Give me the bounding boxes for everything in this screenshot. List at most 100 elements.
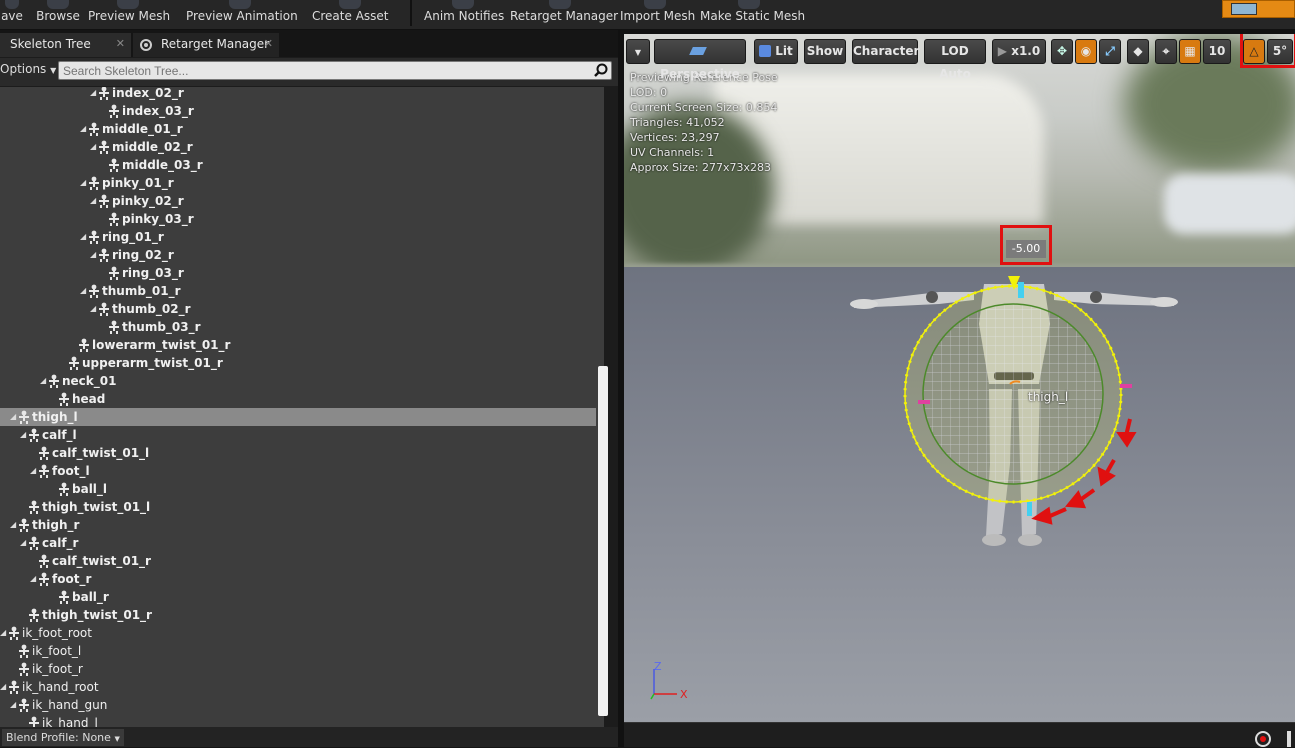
character-button[interactable]: Character bbox=[852, 39, 919, 64]
skeleton-tree-panel: Skeleton Tree ✕ Retarget Manager ✕ Optio… bbox=[0, 30, 618, 747]
anim-notifies-button[interactable]: Anim Notifies bbox=[424, 0, 504, 30]
level-thumbnail-icon[interactable] bbox=[1222, 0, 1295, 18]
expand-arrow-icon[interactable]: ◢ bbox=[20, 426, 26, 444]
tree-row-ik-foot-root[interactable]: ◢ ik_foot_root bbox=[0, 624, 596, 642]
tree-row-index-03-r[interactable]: index_03_r bbox=[0, 102, 596, 120]
tree-row-thigh-twist-01-l[interactable]: thigh_twist_01_l bbox=[0, 498, 596, 516]
tab-skeleton-tree[interactable]: Skeleton Tree ✕ bbox=[0, 33, 131, 57]
bone-icon bbox=[99, 140, 109, 154]
expand-arrow-icon[interactable]: ◢ bbox=[80, 174, 86, 192]
expand-arrow-icon[interactable]: ◢ bbox=[30, 570, 36, 588]
options-dropdown[interactable]: Options ▼ bbox=[0, 62, 56, 76]
transport-control[interactable] bbox=[1287, 731, 1291, 747]
tree-row-thigh-l[interactable]: ◢ thigh_l bbox=[0, 408, 596, 426]
tree-row-thigh-r[interactable]: ◢ thigh_r bbox=[0, 516, 596, 534]
tree-row-foot-r[interactable]: ◢ foot_r bbox=[0, 570, 596, 588]
search-input[interactable] bbox=[58, 61, 612, 80]
expand-arrow-icon[interactable]: ◢ bbox=[90, 138, 96, 156]
tree-row-calf-twist-01-l[interactable]: calf_twist_01_l bbox=[0, 444, 596, 462]
tree-row-thigh-twist-01-r[interactable]: thigh_twist_01_r bbox=[0, 606, 596, 624]
expand-arrow-icon[interactable]: ◢ bbox=[10, 516, 16, 534]
expand-arrow-icon[interactable]: ◢ bbox=[80, 120, 86, 138]
create-asset-button[interactable]: Create Asset bbox=[312, 0, 389, 30]
viewport[interactable]: thigh_l -5.00 Previewing Reference Pose … bbox=[624, 34, 1295, 722]
close-icon[interactable]: ✕ bbox=[116, 33, 125, 55]
tree-row-index-02-r[interactable]: ◢ index_02_r bbox=[0, 87, 596, 102]
expand-arrow-icon[interactable]: ◢ bbox=[10, 696, 16, 714]
grid-size-dropdown[interactable]: 10 bbox=[1203, 39, 1231, 64]
tree-row-middle-01-r[interactable]: ◢ middle_01_r bbox=[0, 120, 596, 138]
viewport-options-button[interactable]: ▼ bbox=[626, 39, 650, 64]
expand-arrow-icon[interactable]: ◢ bbox=[90, 300, 96, 318]
tab-retarget-manager[interactable]: Retarget Manager ✕ bbox=[133, 33, 279, 57]
browse-button[interactable]: Browse bbox=[34, 0, 82, 30]
tree-row-ring-02-r[interactable]: ◢ ring_02_r bbox=[0, 246, 596, 264]
tree-row-thumb-02-r[interactable]: ◢ thumb_02_r bbox=[0, 300, 596, 318]
expand-arrow-icon[interactable]: ◢ bbox=[0, 624, 6, 642]
lod-button[interactable]: LOD Auto bbox=[924, 39, 986, 81]
tree-row-ring-03-r[interactable]: ring_03_r bbox=[0, 264, 596, 282]
search-icon[interactable] bbox=[594, 63, 608, 77]
import-mesh-button[interactable]: Import Mesh bbox=[620, 0, 695, 30]
coordinate-space-button[interactable]: ◆ bbox=[1127, 39, 1149, 64]
character-mannequin[interactable] bbox=[824, 264, 1204, 564]
expand-arrow-icon[interactable]: ◢ bbox=[10, 408, 16, 426]
record-button[interactable] bbox=[1255, 731, 1271, 747]
rotate-tool-button[interactable]: ◉ bbox=[1075, 39, 1097, 64]
expand-arrow-icon[interactable]: ◢ bbox=[40, 372, 46, 390]
tree-row-neck-01[interactable]: ◢ neck_01 bbox=[0, 372, 596, 390]
tree-row-calf-r[interactable]: ◢ calf_r bbox=[0, 534, 596, 552]
tree-row-ring-01-r[interactable]: ◢ ring_01_r bbox=[0, 228, 596, 246]
expand-arrow-icon[interactable]: ◢ bbox=[90, 192, 96, 210]
expand-arrow-icon[interactable]: ◢ bbox=[80, 282, 86, 300]
tree-row-calf-twist-01-r[interactable]: calf_twist_01_r bbox=[0, 552, 596, 570]
tree-row-thumb-01-r[interactable]: ◢ thumb_01_r bbox=[0, 282, 596, 300]
tree-row-head[interactable]: head bbox=[0, 390, 596, 408]
tree-row-middle-03-r[interactable]: middle_03_r bbox=[0, 156, 596, 174]
tree-row-upperarm-twist-01-r[interactable]: upperarm_twist_01_r bbox=[0, 354, 596, 372]
retarget-manager-button[interactable]: Retarget Manager bbox=[510, 0, 618, 30]
perspective-button[interactable]: Perspective bbox=[654, 39, 746, 81]
blend-profile-dropdown[interactable]: Blend Profile: None ▼ bbox=[2, 729, 124, 746]
tree-row-ik-foot-l[interactable]: ik_foot_l bbox=[0, 642, 596, 660]
tree-row-pinky-03-r[interactable]: pinky_03_r bbox=[0, 210, 596, 228]
tree-row-thumb-03-r[interactable]: thumb_03_r bbox=[0, 318, 596, 336]
lit-icon bbox=[759, 45, 772, 57]
tree-scrollbar[interactable] bbox=[598, 366, 608, 716]
bone-label: ik_foot_r bbox=[32, 662, 83, 676]
tree-row-pinky-01-r[interactable]: ◢ pinky_01_r bbox=[0, 174, 596, 192]
expand-arrow-icon[interactable]: ◢ bbox=[80, 228, 86, 246]
tree-row-calf-l[interactable]: ◢ calf_l bbox=[0, 426, 596, 444]
grid-snap-button[interactable]: ▦ bbox=[1179, 39, 1201, 64]
tree-row-foot-l[interactable]: ◢ foot_l bbox=[0, 462, 596, 480]
tree-row-lowerarm-twist-01-r[interactable]: lowerarm_twist_01_r bbox=[0, 336, 596, 354]
surface-snap-button[interactable]: ⌖ bbox=[1155, 39, 1177, 64]
translate-tool-button[interactable]: ✥ bbox=[1051, 39, 1073, 64]
save-label: ave bbox=[1, 9, 23, 23]
expand-arrow-icon[interactable]: ◢ bbox=[30, 462, 36, 480]
axis-z-label: Z bbox=[654, 660, 662, 673]
save-button[interactable]: ave bbox=[0, 0, 24, 30]
show-button[interactable]: Show bbox=[804, 39, 846, 64]
tree-row-ik-hand-root[interactable]: ◢ ik_hand_root bbox=[0, 678, 596, 696]
scale-tool-button[interactable]: ⤢ bbox=[1099, 39, 1121, 64]
expand-arrow-icon[interactable]: ◢ bbox=[20, 534, 26, 552]
expand-arrow-icon[interactable]: ◢ bbox=[90, 87, 96, 102]
tree-row-ik-foot-r[interactable]: ik_foot_r bbox=[0, 660, 596, 678]
tree-row-ball-r[interactable]: ball_r bbox=[0, 588, 596, 606]
lit-button[interactable]: Lit bbox=[754, 39, 798, 64]
preview-mesh-button[interactable]: Preview Mesh bbox=[88, 0, 170, 30]
expand-arrow-icon[interactable]: ◢ bbox=[0, 678, 6, 696]
close-icon[interactable]: ✕ bbox=[264, 33, 273, 55]
playback-speed-button[interactable]: ▶ x1.0 bbox=[992, 39, 1046, 64]
bone-label: foot_r bbox=[52, 572, 92, 586]
expand-arrow-icon[interactable]: ◢ bbox=[90, 246, 96, 264]
preview-animation-button[interactable]: Preview Animation bbox=[186, 0, 298, 30]
tree-row-ball-l[interactable]: ball_l bbox=[0, 480, 596, 498]
tree-row-ik-hand-gun[interactable]: ◢ ik_hand_gun bbox=[0, 696, 596, 714]
make-static-mesh-button[interactable]: Make Static Mesh bbox=[700, 0, 805, 30]
tree-row-middle-02-r[interactable]: ◢ middle_02_r bbox=[0, 138, 596, 156]
tree-row-pinky-02-r[interactable]: ◢ pinky_02_r bbox=[0, 192, 596, 210]
bone-label: ring_03_r bbox=[122, 266, 184, 280]
tree-row-ik-hand-l[interactable]: ik_hand_l bbox=[0, 714, 596, 727]
